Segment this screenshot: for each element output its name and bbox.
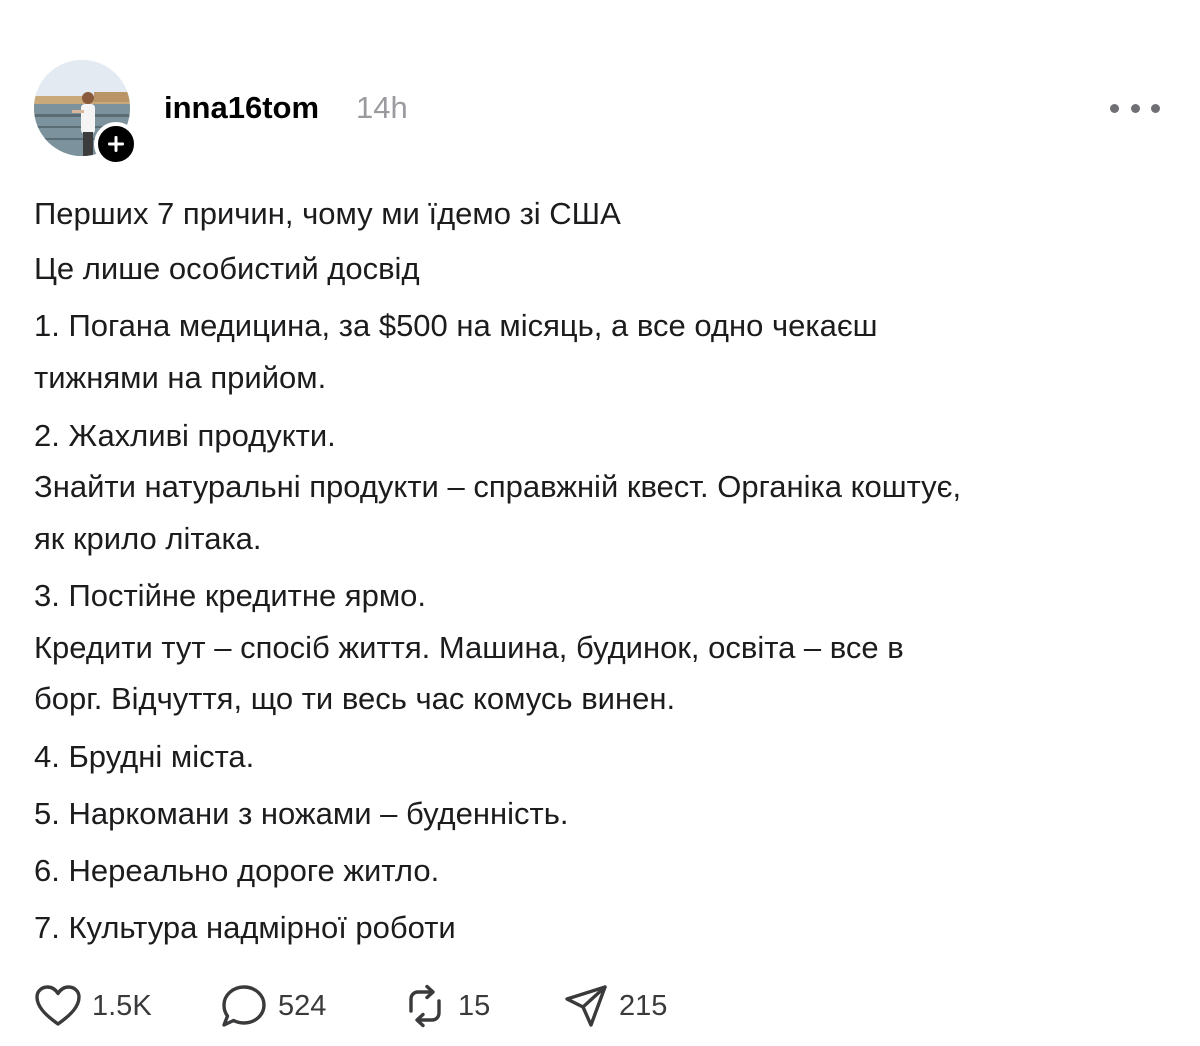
post-text-line: Перших 7 причин, чому ми їдемо зі США bbox=[34, 196, 621, 231]
avatar-container bbox=[34, 60, 138, 166]
post-text-line: Знайти натуральні продукти – справжній к… bbox=[34, 469, 962, 504]
post-text-line: тижнями на прийом. bbox=[34, 360, 327, 395]
username[interactable]: inna16tom bbox=[164, 88, 319, 128]
comment-count: 524 bbox=[278, 990, 327, 1022]
post-text-line: 2. Жахливі продукти. bbox=[34, 418, 336, 453]
more-options-button[interactable] bbox=[1110, 94, 1160, 122]
post-text-line: 1. Погана медицина, за $500 на місяць, а… bbox=[34, 308, 878, 343]
post-text-line: Це лише особистий досвід bbox=[34, 251, 420, 286]
post-text-line: борг. Відчуття, що ти весь час комусь ви… bbox=[34, 681, 676, 716]
post-text-line: 4. Брудні міста. bbox=[34, 739, 255, 774]
comment-icon bbox=[222, 985, 266, 1027]
comment-button[interactable]: 524 bbox=[220, 982, 326, 1030]
ellipsis-icon bbox=[1130, 103, 1140, 113]
ellipsis-icon bbox=[1110, 103, 1119, 113]
post-text-line: 5. Наркомани з ножами – буденність. bbox=[34, 796, 569, 831]
ellipsis-icon bbox=[1151, 103, 1160, 113]
follow-button[interactable] bbox=[94, 122, 138, 166]
post-text-line: Кредити тут – спосіб життя. Машина, буди… bbox=[34, 630, 904, 665]
post-timestamp: 14h bbox=[356, 90, 408, 125]
like-count: 1.5K bbox=[92, 990, 152, 1022]
share-count: 215 bbox=[619, 990, 668, 1022]
post-text-line: 6. Нереально дороге житло. bbox=[34, 853, 440, 888]
plus-icon bbox=[108, 136, 124, 152]
like-button[interactable]: 1.5K bbox=[34, 982, 152, 1030]
share-button[interactable]: 215 bbox=[563, 982, 667, 1030]
post-text-line: 7. Культура надмірної роботи bbox=[34, 910, 456, 945]
repost-icon bbox=[409, 984, 441, 1028]
thread-post: inna16tom 14h Перших 7 причин, чому ми ї… bbox=[0, 0, 1200, 1046]
send-icon bbox=[565, 985, 607, 1027]
repost-count: 15 bbox=[458, 990, 491, 1022]
post-text-line: як крило літака. bbox=[34, 521, 262, 556]
post-text-line: 3. Постійне кредитне ярмо. bbox=[34, 578, 426, 613]
repost-button[interactable]: 15 bbox=[402, 982, 490, 1030]
heart-icon bbox=[35, 985, 81, 1026]
